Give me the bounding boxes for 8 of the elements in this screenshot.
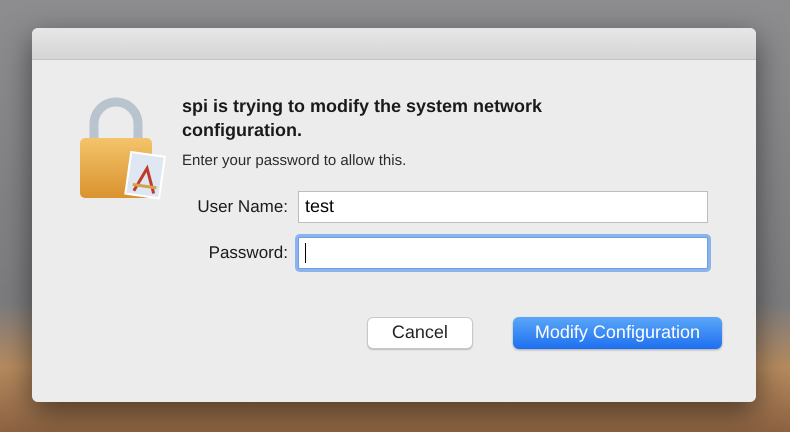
cancel-button[interactable]: Cancel — [366, 316, 473, 348]
text-cursor — [305, 242, 306, 262]
field-value: test — [305, 195, 334, 218]
input-field[interactable]: test — [298, 190, 708, 222]
field-label: User Name: — [196, 196, 288, 218]
dialog-message: Enter your password to allow this. — [182, 151, 408, 171]
field-label: Password: — [208, 242, 288, 264]
dialog-heading: spi is trying to modify the system network configuration. — [182, 95, 544, 142]
